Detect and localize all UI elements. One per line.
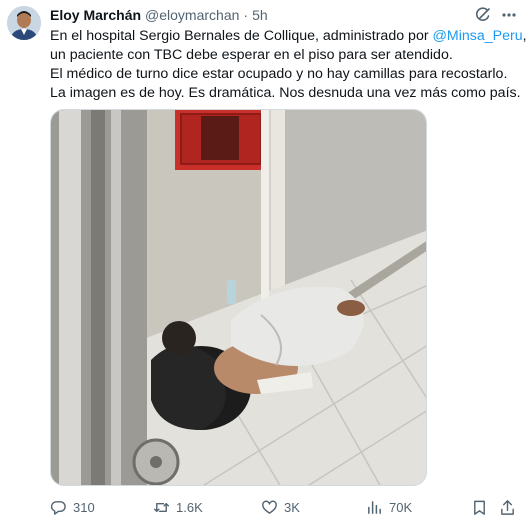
tweet-photo[interactable] bbox=[50, 109, 427, 486]
bookmark-button[interactable] bbox=[471, 497, 494, 517]
tweet-line-1-text: En el hospital Sergio Bernales de Colliq… bbox=[50, 28, 433, 44]
views-button[interactable]: 70K bbox=[366, 497, 412, 517]
bookmark-icon bbox=[474, 500, 485, 515]
tweet-line-2: un paciente con TBC debe esperar en el p… bbox=[50, 47, 453, 63]
mention-link[interactable]: @Minsa_Peru bbox=[433, 28, 523, 44]
like-icon bbox=[262, 500, 277, 514]
grok-icon[interactable] bbox=[474, 6, 492, 24]
reply-button[interactable]: 310 bbox=[50, 497, 95, 517]
tweet-line-4: La imagen es de hoy. Es dramática. Nos d… bbox=[50, 85, 521, 101]
like-count: 3K bbox=[284, 499, 300, 515]
retweet-count: 1.6K bbox=[176, 499, 203, 515]
reply-icon bbox=[50, 500, 66, 515]
author-handle[interactable]: @eloymarchan bbox=[145, 6, 239, 24]
reply-count: 310 bbox=[73, 499, 95, 515]
retweet-button[interactable]: 1.6K bbox=[153, 497, 203, 517]
retweet-icon bbox=[153, 502, 170, 512]
tweet-header: Eloy Marchán @eloymarchan · 5h bbox=[50, 6, 268, 24]
share-icon bbox=[501, 499, 514, 515]
avatar[interactable] bbox=[7, 6, 41, 40]
views-icon bbox=[368, 500, 381, 514]
author-name[interactable]: Eloy Marchán bbox=[50, 6, 141, 24]
tweet-text: En el hospital Sergio Bernales de Colliq… bbox=[50, 27, 527, 103]
more-icon[interactable] bbox=[500, 6, 518, 24]
tweet-line-1-suffix: , bbox=[522, 28, 527, 44]
share-button[interactable] bbox=[499, 497, 522, 517]
tweet[interactable]: Eloy Marchán @eloymarchan · 5h En el hos… bbox=[0, 0, 529, 528]
action-bar: 310 1.6K 3K 70K bbox=[50, 497, 520, 517]
views-count: 70K bbox=[389, 499, 413, 515]
timestamp[interactable]: 5h bbox=[252, 6, 268, 24]
separator-dot: · bbox=[243, 7, 249, 23]
like-button[interactable]: 3K bbox=[261, 497, 300, 517]
tweet-line-1: En el hospital Sergio Bernales de Colliq… bbox=[50, 27, 527, 46]
tweet-line-3: El médico de turno dice estar ocupado y … bbox=[50, 66, 508, 82]
